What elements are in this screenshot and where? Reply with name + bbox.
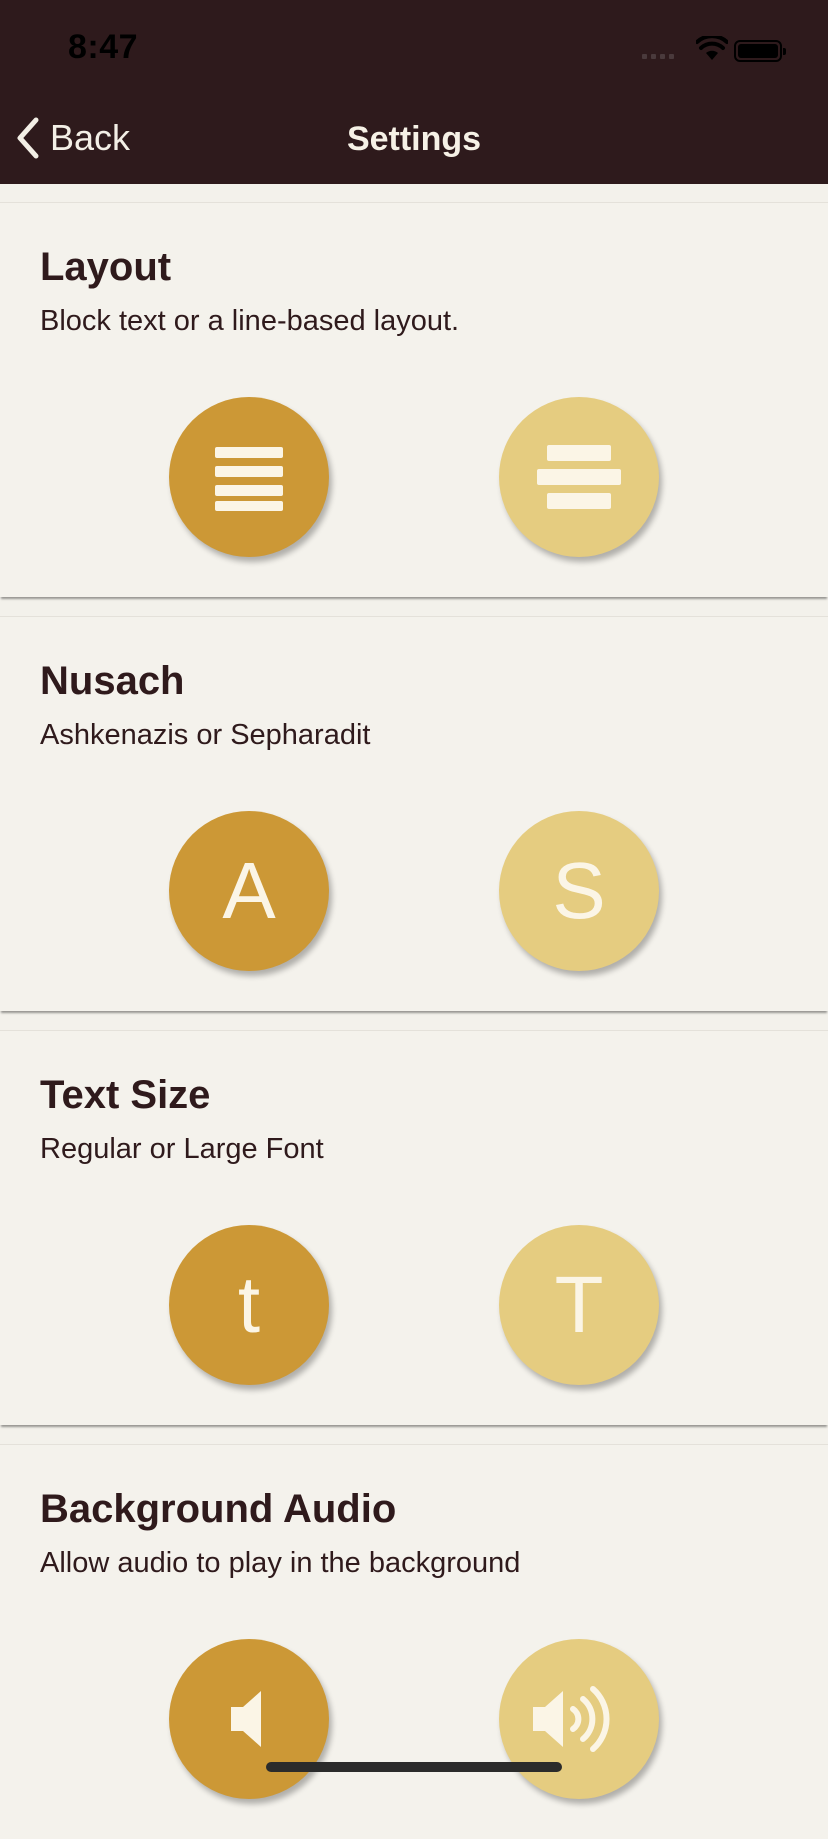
audio-on-button[interactable] bbox=[499, 1639, 659, 1799]
text-size-section: Text Size Regular or Large Font t T bbox=[0, 1030, 828, 1425]
section-description: Allow audio to play in the background bbox=[40, 1547, 521, 1579]
option-label: T bbox=[554, 1260, 604, 1349]
section-title: Text Size bbox=[40, 1073, 211, 1117]
nusach-sepharadit-button[interactable]: S bbox=[499, 811, 659, 971]
speaker-muted-icon bbox=[231, 1691, 261, 1747]
option-label: S bbox=[552, 846, 606, 935]
nusach-ashkenazis-button[interactable]: A bbox=[169, 811, 329, 971]
nav-bar: Back Settings bbox=[0, 92, 828, 184]
status-bar: 8:47 bbox=[0, 0, 828, 92]
status-icons bbox=[642, 36, 792, 64]
page-title: Settings bbox=[346, 120, 482, 158]
home-indicator bbox=[266, 1762, 562, 1772]
option-label: A bbox=[222, 846, 276, 935]
text-size-regular-button[interactable]: t bbox=[169, 1225, 329, 1385]
section-description: Regular or Large Font bbox=[40, 1133, 324, 1165]
layout-section: Layout Block text or a line-based layout… bbox=[0, 202, 828, 597]
status-time: 8:47 bbox=[68, 28, 139, 66]
layout-block-button[interactable] bbox=[169, 397, 329, 557]
section-title: Nusach bbox=[40, 659, 185, 703]
speaker-on-icon bbox=[533, 1686, 610, 1752]
centered-lines-icon bbox=[537, 445, 621, 509]
section-description: Ashkenazis or Sepharadit bbox=[40, 719, 371, 751]
battery-icon bbox=[734, 40, 786, 62]
justify-lines-icon bbox=[215, 447, 283, 511]
audio-off-button[interactable] bbox=[169, 1639, 329, 1799]
section-description: Block text or a line-based layout. bbox=[40, 305, 460, 337]
layout-lines-button[interactable] bbox=[499, 397, 659, 557]
section-title: Background Audio bbox=[40, 1487, 397, 1531]
wifi-icon bbox=[696, 36, 728, 60]
text-size-large-button[interactable]: T bbox=[499, 1225, 659, 1385]
nusach-section: Nusach Ashkenazis or Sepharadit A S bbox=[0, 616, 828, 1011]
cellular-signal-icon bbox=[642, 54, 674, 59]
section-title: Layout bbox=[40, 245, 172, 289]
option-label: t bbox=[237, 1260, 261, 1349]
background-audio-section: Background Audio Allow audio to play in … bbox=[0, 1444, 828, 1839]
